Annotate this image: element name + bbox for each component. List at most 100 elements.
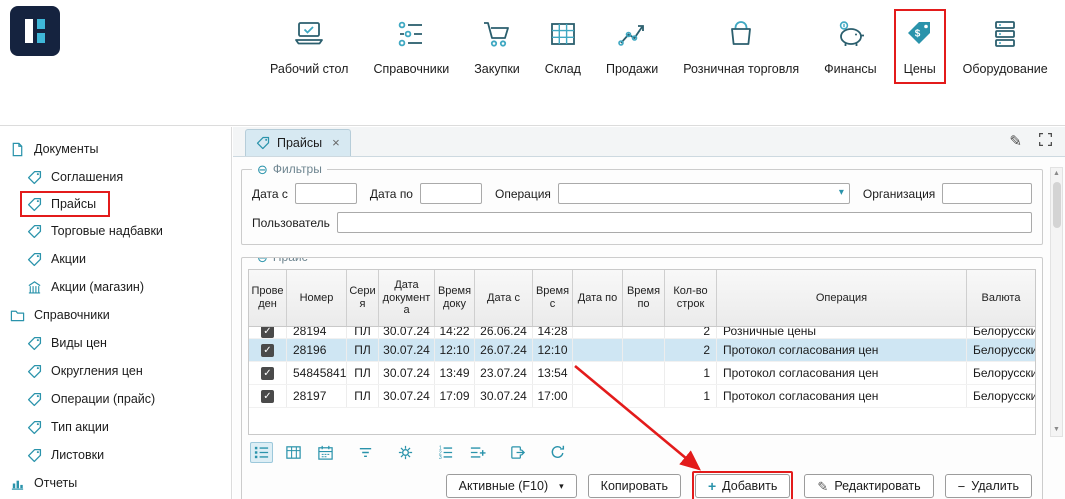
table-row[interactable]: ✓ 28197 ПЛ 30.07.24 17:09 30.07.24 17:00… <box>249 385 1035 408</box>
col-header-date-to[interactable]: Дата по <box>573 270 623 326</box>
filter-icon[interactable] <box>354 442 377 463</box>
sidebar-item-agreements[interactable]: Соглашения <box>0 163 231 191</box>
shopping-bag-icon <box>723 15 759 53</box>
piggy-bank-icon <box>832 15 868 53</box>
plus-icon: + <box>708 479 716 493</box>
col-header-date-from[interactable]: Дата с <box>475 270 533 326</box>
warehouse-icon <box>545 15 581 53</box>
table-row[interactable]: ✓ 54845841 ПЛ 30.07.24 13:49 23.07.24 13… <box>249 362 1035 385</box>
user-input[interactable] <box>337 212 1032 233</box>
view-table-icon[interactable] <box>282 442 305 463</box>
col-header-time-to[interactable]: Время по <box>623 270 665 326</box>
tag-icon <box>27 336 42 351</box>
col-header-posted[interactable]: Проведен <box>249 270 287 326</box>
export-icon[interactable] <box>506 442 529 463</box>
tag-icon <box>27 392 42 407</box>
sidebar-item-promotions-store[interactable]: Акции (магазин) <box>0 273 231 301</box>
col-header-doc-time[interactable]: Время доку <box>435 270 475 326</box>
app-logo <box>10 6 60 56</box>
pencil-icon: ✎ <box>817 480 828 493</box>
delete-button[interactable]: − Удалить <box>945 474 1032 498</box>
edit-pencil-icon[interactable]: ✎ <box>1009 132 1022 150</box>
sidebar-item-price-types[interactable]: Виды цен <box>0 329 231 357</box>
tab-pricelists[interactable]: Прайсы × <box>245 129 351 156</box>
tag-icon <box>27 197 42 212</box>
sidebar-item-price-operations[interactable]: Операции (прайс) <box>0 385 231 413</box>
nav-label: Справочники <box>373 62 449 76</box>
nav-item-purchases[interactable]: Закупки <box>470 12 524 79</box>
refresh-icon[interactable] <box>546 442 569 463</box>
sidebar-item-documents[interactable]: Документы <box>0 135 231 163</box>
table-row-selected[interactable]: ✓ 28196 ПЛ 30.07.24 12:10 26.07.24 12:10… <box>249 339 1035 362</box>
checkbox-checked[interactable]: ✓ <box>261 344 274 357</box>
close-icon[interactable]: × <box>332 135 340 150</box>
cell-doc-date: 30.07.24 <box>379 362 435 384</box>
nav-item-retail[interactable]: Розничная торговля <box>679 12 803 79</box>
col-header-number[interactable]: Номер <box>287 270 347 326</box>
sidebar-item-catalogs[interactable]: Справочники <box>0 301 231 329</box>
grid-toolbar <box>242 435 1042 466</box>
nav-item-desktop[interactable]: Рабочий стол <box>266 12 352 79</box>
cell-time-from: 13:54 <box>533 362 573 384</box>
organization-input[interactable] <box>942 183 1032 204</box>
nav-item-sales[interactable]: Продажи <box>602 12 662 79</box>
nav-label: Цены <box>904 62 936 76</box>
col-header-time-from[interactable]: Время с <box>533 270 573 326</box>
add-button[interactable]: + Добавить <box>695 474 790 498</box>
nav-item-equipment[interactable]: Оборудование <box>959 12 1052 79</box>
collapse-icon[interactable]: ⊖ <box>257 257 268 264</box>
active-filter-select[interactable]: Активные (F10) ▾ <box>446 474 577 498</box>
nav-label: Склад <box>545 62 581 76</box>
date-to-input[interactable] <box>420 183 482 204</box>
date-from-input[interactable] <box>295 183 357 204</box>
cell-time-from: 17:00 <box>533 385 573 407</box>
col-header-doc-date[interactable]: Дата документа <box>379 270 435 326</box>
desktop-icon <box>291 15 327 53</box>
sidebar-item-price-rounding[interactable]: Округления цен <box>0 357 231 385</box>
add-list-icon[interactable] <box>466 442 489 463</box>
checkbox-checked[interactable]: ✓ <box>261 327 274 338</box>
folder-icon <box>10 308 25 323</box>
sidebar-item-leaflets[interactable]: Листовки <box>0 441 231 469</box>
edit-button[interactable]: ✎ Редактировать <box>804 474 933 498</box>
settings-gear-icon[interactable] <box>394 442 417 463</box>
col-header-series[interactable]: Серия <box>347 270 379 326</box>
copy-button[interactable]: Копировать <box>588 474 681 498</box>
cell-date-to <box>573 362 623 384</box>
annotation-box-add-button: + Добавить <box>692 471 793 499</box>
nav-item-warehouse[interactable]: Склад <box>541 12 585 79</box>
checkbox-checked[interactable]: ✓ <box>261 367 274 380</box>
collapse-icon[interactable]: ⊖ <box>257 163 268 176</box>
sidebar-item-label: Справочники <box>34 308 110 322</box>
nav-item-catalogs[interactable]: Справочники <box>369 12 453 79</box>
sidebar-item-pricelists[interactable]: Прайсы <box>20 191 110 217</box>
view-list-icon[interactable] <box>250 442 273 463</box>
vertical-scrollbar[interactable]: ▲ ▼ <box>1050 167 1063 437</box>
sidebar-item-trade-markups[interactable]: Торговые надбавки <box>0 217 231 245</box>
nav-label: Продажи <box>606 62 658 76</box>
col-header-row-count[interactable]: Кол-во строк <box>665 270 717 326</box>
scrollbar-thumb[interactable] <box>1053 182 1061 228</box>
filters-row-2: Пользователь <box>252 212 1032 233</box>
col-header-operation[interactable]: Операция <box>717 270 967 326</box>
table-row[interactable]: ✓ 28194 ПЛ 30.07.24 14:22 26.06.24 14:28… <box>249 327 1035 339</box>
sidebar-item-promotion-type[interactable]: Тип акции <box>0 413 231 441</box>
cell-time-to <box>623 385 665 407</box>
col-header-currency[interactable]: Валюта <box>967 270 1035 326</box>
nav-item-prices[interactable]: Цены <box>894 9 946 84</box>
sidebar-item-reports[interactable]: Отчеты <box>0 469 231 497</box>
sidebar-item-promotions[interactable]: Акции <box>0 245 231 273</box>
fullscreen-icon[interactable] <box>1038 132 1053 150</box>
calendar-icon[interactable] <box>314 442 337 463</box>
operation-select[interactable]: ▾ <box>558 183 850 204</box>
numbered-list-icon[interactable] <box>434 442 457 463</box>
main-panel: Прайсы × ✎ ⊖ Фильтры Дата с Дата по <box>233 127 1065 499</box>
scroll-up-icon[interactable]: ▲ <box>1051 168 1062 180</box>
cell-doc-time: 14:22 <box>435 327 475 338</box>
checkbox-checked[interactable]: ✓ <box>261 390 274 403</box>
top-toolbar: Рабочий стол Справочники Закупки Склад П… <box>0 0 1065 126</box>
nav-item-finance[interactable]: Финансы <box>820 12 880 79</box>
cell-time-to <box>623 327 665 338</box>
scroll-down-icon[interactable]: ▼ <box>1051 424 1062 436</box>
cell-series: ПЛ <box>347 385 379 407</box>
